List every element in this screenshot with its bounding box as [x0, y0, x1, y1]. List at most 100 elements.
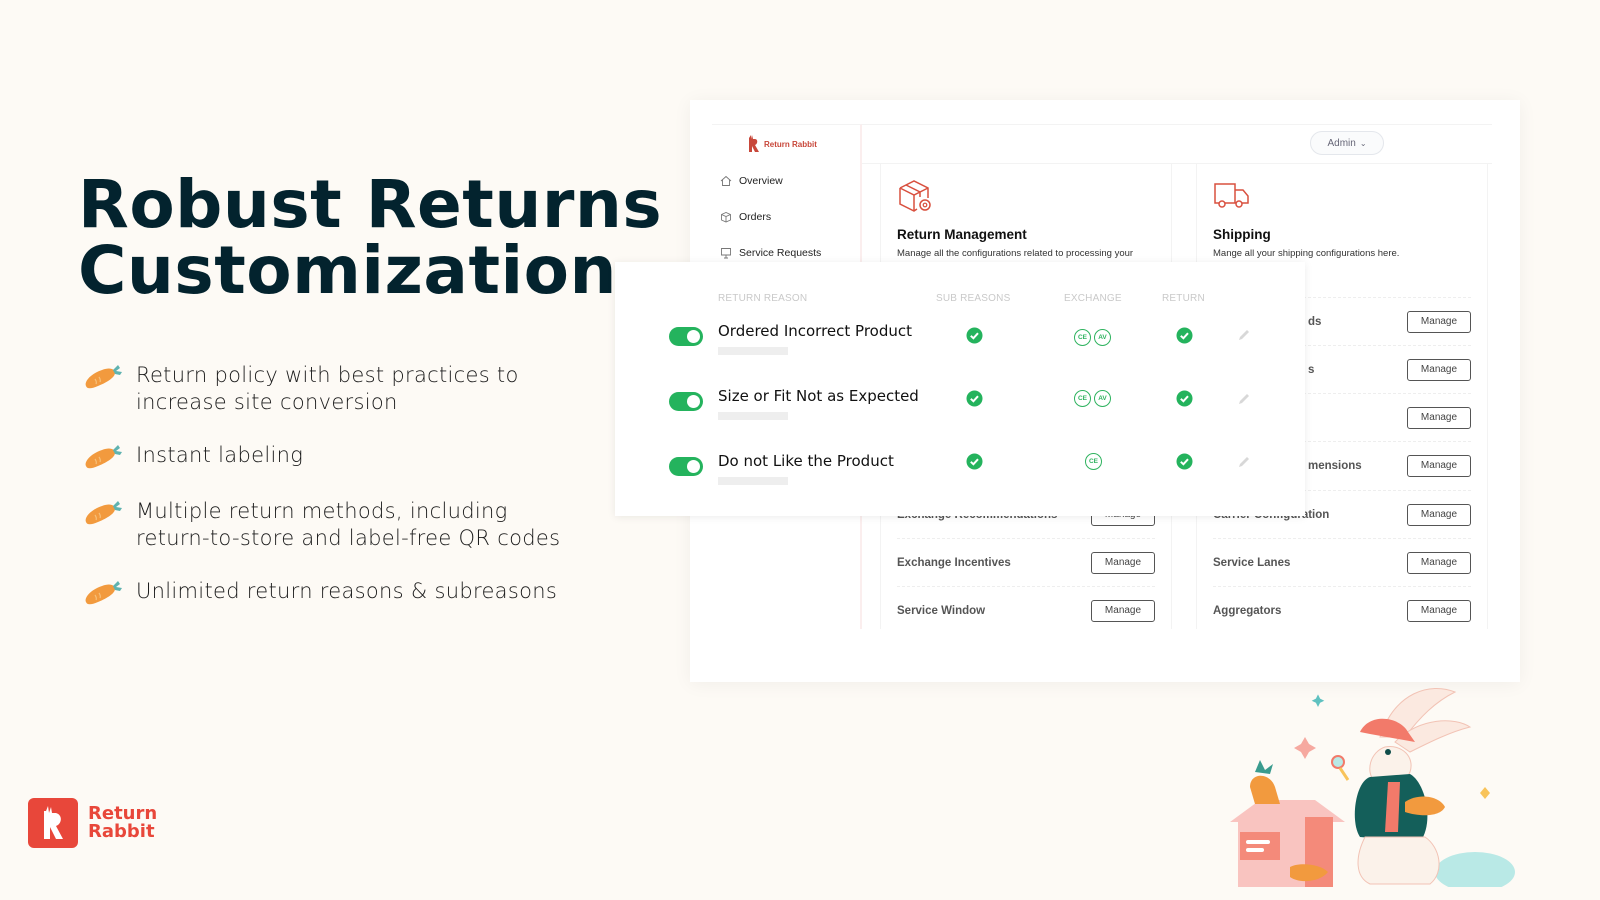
column-header-return: RETURN	[1162, 293, 1205, 304]
carrot-icon	[85, 445, 122, 469]
config-row: Service Lanes Manage	[1213, 538, 1471, 586]
sparkle-icon	[1294, 737, 1316, 759]
reason-enabled-toggle[interactable]	[669, 327, 703, 346]
panel-title: Shipping	[1213, 227, 1271, 242]
truck-icon	[1214, 183, 1249, 208]
reason-row: Ordered Incorrect Product CE AV	[615, 322, 1305, 362]
reason-label: Size or Fit Not as Expected	[718, 387, 919, 405]
sparkle-icon	[1480, 787, 1490, 799]
exchange-badge: AV	[1094, 329, 1111, 346]
config-label: s	[1308, 363, 1315, 376]
panel-title: Return Management	[897, 227, 1027, 242]
feature-item: Return policy with best practices to incr…	[82, 362, 602, 416]
manage-button[interactable]: Manage	[1407, 503, 1471, 526]
hero-title-line-2: Customization	[78, 232, 617, 309]
box-icon	[721, 212, 731, 223]
edit-pencil-icon[interactable]	[1237, 328, 1251, 342]
brand-logo: Return Rabbit	[28, 798, 157, 848]
brand-name-line-2: Rabbit	[88, 821, 155, 842]
return-reasons-card: RETURN REASON SUB REASONS EXCHANGE RETUR…	[615, 262, 1305, 516]
feature-text-line-1: Unlimited return reasons & subreasons	[136, 579, 558, 603]
manage-button[interactable]: Manage	[1091, 551, 1155, 574]
carrot-icon	[85, 365, 122, 389]
reason-placeholder	[718, 477, 788, 485]
check-circle-icon	[1176, 390, 1193, 407]
reason-placeholder	[718, 412, 788, 420]
sidebar-item-overview[interactable]: Overview	[720, 175, 783, 187]
rabbit-mascot-illustration	[1230, 688, 1515, 887]
reason-placeholder	[718, 347, 788, 355]
config-row: Service Window Manage	[897, 586, 1155, 634]
panel-description: Manage all the configurations related to…	[897, 248, 1134, 259]
manage-button[interactable]: Manage	[1407, 406, 1471, 429]
exchange-badge: CE	[1074, 329, 1091, 346]
carrot-icon	[85, 501, 122, 525]
column-header-exchange: EXCHANGE	[1064, 293, 1122, 304]
hero-title: Robust Returns Customization	[78, 172, 662, 304]
feature-text-line-2: increase site conversion	[136, 390, 398, 414]
manage-button[interactable]: Manage	[1407, 454, 1471, 477]
config-label: Service Window	[897, 604, 986, 617]
reason-row: Do not Like the Product CE	[615, 452, 1305, 492]
config-label: Service Lanes	[1213, 556, 1291, 569]
edit-pencil-icon[interactable]	[1237, 392, 1251, 406]
rabbit-logo-icon	[28, 798, 78, 848]
config-label: mensions	[1308, 459, 1362, 472]
exchange-badge: AV	[1094, 390, 1111, 407]
config-label: Exchange Incentives	[897, 556, 1011, 569]
feature-item: Instant labeling	[82, 442, 602, 472]
feature-list: Return policy with best practices to incr…	[82, 362, 602, 634]
feature-text-line-1: Instant labeling	[136, 443, 304, 467]
monitor-icon	[721, 248, 731, 259]
manage-button[interactable]: Manage	[1091, 599, 1155, 622]
check-circle-icon	[1176, 453, 1193, 470]
config-label: Aggregators	[1213, 604, 1282, 617]
admin-dropdown[interactable]: Admin ⌄	[1310, 131, 1384, 155]
manage-button[interactable]: Manage	[1407, 358, 1471, 381]
reason-enabled-toggle[interactable]	[669, 392, 703, 411]
app-topbar	[862, 124, 1492, 164]
check-circle-icon	[966, 453, 983, 470]
manage-button[interactable]: Manage	[1407, 310, 1471, 333]
feature-item: Unlimited return reasons & subreasons	[82, 578, 602, 608]
check-circle-icon	[966, 327, 983, 344]
panel-description: Mange all your shipping configurations h…	[1213, 248, 1400, 259]
check-circle-icon	[1176, 327, 1193, 344]
reason-row: Size or Fit Not as Expected CE AV	[615, 387, 1305, 427]
sidebar-item-service-requests[interactable]: Service Requests	[720, 247, 821, 259]
exchange-badge: CE	[1085, 453, 1102, 470]
exchange-badges: CE AV	[1074, 390, 1114, 407]
box-gear-icon	[899, 180, 931, 212]
app-brand[interactable]: Return Rabbit	[747, 135, 817, 153]
check-circle-icon	[966, 390, 983, 407]
feature-text-line-1: Return policy with best practices to	[136, 363, 519, 387]
reason-label: Ordered Incorrect Product	[718, 322, 912, 340]
home-icon	[720, 175, 732, 186]
config-row: Exchange Incentives Manage	[897, 538, 1155, 586]
reason-enabled-toggle[interactable]	[669, 457, 703, 476]
feature-text-line-2: return-to-store and label-free QR codes	[136, 526, 561, 550]
feature-item: Multiple return methods, including return…	[82, 498, 602, 552]
sidebar-item-orders[interactable]: Orders	[720, 211, 771, 223]
column-header-sub-reasons: SUB REASONS	[936, 293, 1011, 304]
reason-label: Do not Like the Product	[718, 452, 894, 470]
rabbit-logo-icon	[749, 135, 759, 152]
exchange-badge: CE	[1074, 390, 1091, 407]
admin-label: Admin	[1327, 137, 1356, 149]
column-header-return-reason: RETURN REASON	[718, 293, 808, 304]
manage-button[interactable]: Manage	[1407, 551, 1471, 574]
exchange-badges: CE AV	[1074, 329, 1114, 346]
sidebar-item-label: Orders	[739, 211, 772, 223]
sidebar-item-label: Service Requests	[739, 247, 822, 259]
config-label: ds	[1308, 315, 1322, 328]
exchange-badges: CE	[1085, 453, 1105, 470]
app-brand-name: Return Rabbit	[764, 139, 817, 149]
hero-title-line-1: Robust Returns	[78, 166, 663, 243]
config-row: Aggregators Manage	[1213, 586, 1471, 634]
manage-button[interactable]: Manage	[1407, 599, 1471, 622]
carrot-icon	[85, 581, 122, 605]
chevron-down-icon: ⌄	[1359, 138, 1367, 148]
sparkle-icon	[1311, 694, 1325, 707]
edit-pencil-icon[interactable]	[1237, 455, 1251, 469]
sidebar-item-label: Overview	[739, 175, 783, 187]
